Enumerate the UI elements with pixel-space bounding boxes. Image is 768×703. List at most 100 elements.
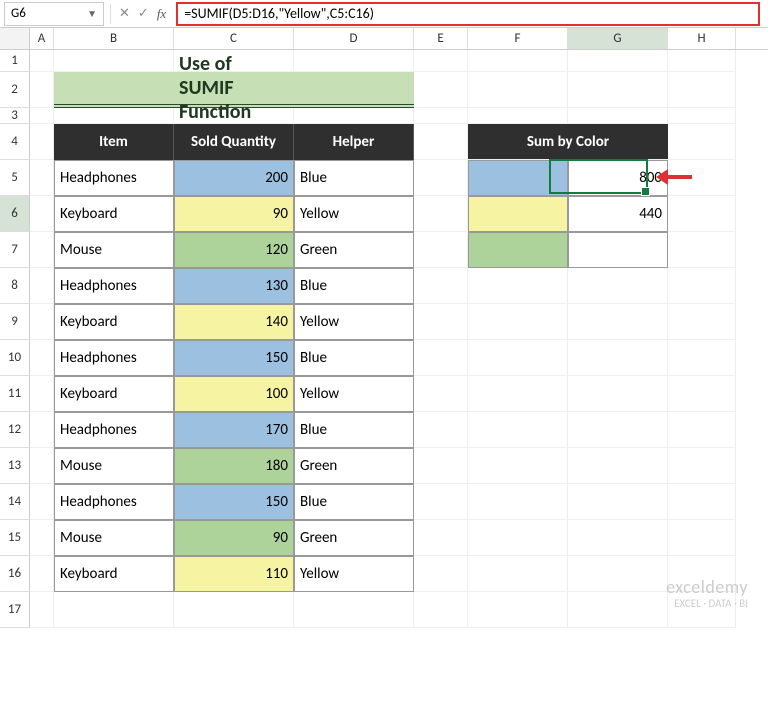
name-box[interactable]: G6 ▼ bbox=[4, 2, 104, 26]
cell-A3[interactable] bbox=[30, 108, 54, 124]
cell-B5[interactable]: Headphones bbox=[54, 160, 174, 196]
cell-C16[interactable]: 110 bbox=[174, 556, 294, 592]
col-header-g[interactable]: G bbox=[568, 28, 668, 49]
cell-F14[interactable] bbox=[468, 484, 568, 520]
cell-G3[interactable] bbox=[568, 108, 668, 124]
cell-E15[interactable] bbox=[414, 520, 468, 556]
cell-H6[interactable] bbox=[668, 196, 736, 232]
cell-B4[interactable]: Item bbox=[54, 124, 174, 160]
col-header-d[interactable]: D bbox=[294, 28, 414, 49]
row-header[interactable]: 9 bbox=[0, 304, 30, 340]
row-header[interactable]: 17 bbox=[0, 592, 30, 628]
cell-D6[interactable]: Yellow bbox=[294, 196, 414, 232]
cell-A4[interactable] bbox=[30, 124, 54, 160]
cell-D3[interactable] bbox=[294, 108, 414, 124]
cell-A9[interactable] bbox=[30, 304, 54, 340]
cell-H8[interactable] bbox=[668, 268, 736, 304]
cell-G11[interactable] bbox=[568, 376, 668, 412]
cell-D7[interactable]: Green bbox=[294, 232, 414, 268]
cell-G7[interactable] bbox=[568, 232, 668, 268]
cell-C6[interactable]: 90 bbox=[174, 196, 294, 232]
cell-H12[interactable] bbox=[668, 412, 736, 448]
row-header[interactable]: 5 bbox=[0, 160, 30, 196]
cell-B7[interactable]: Mouse bbox=[54, 232, 174, 268]
cell-G10[interactable] bbox=[568, 340, 668, 376]
cell-E7[interactable] bbox=[414, 232, 468, 268]
cell-D13[interactable]: Green bbox=[294, 448, 414, 484]
row-header[interactable]: 2 bbox=[0, 72, 30, 108]
cell-H13[interactable] bbox=[668, 448, 736, 484]
cell-A10[interactable] bbox=[30, 340, 54, 376]
cell-C9[interactable]: 140 bbox=[174, 304, 294, 340]
cell-D2[interactable] bbox=[294, 72, 414, 108]
cell-C12[interactable]: 170 bbox=[174, 412, 294, 448]
cell-A12[interactable] bbox=[30, 412, 54, 448]
cell-G16[interactable] bbox=[568, 556, 668, 592]
cell-A2[interactable] bbox=[30, 72, 54, 108]
col-header-b[interactable]: B bbox=[54, 28, 174, 49]
cell-G15[interactable] bbox=[568, 520, 668, 556]
cell-B16[interactable]: Keyboard bbox=[54, 556, 174, 592]
cell-A15[interactable] bbox=[30, 520, 54, 556]
cell-E8[interactable] bbox=[414, 268, 468, 304]
cell-F3[interactable] bbox=[468, 108, 568, 124]
cell-H3[interactable] bbox=[668, 108, 736, 124]
cell-A11[interactable] bbox=[30, 376, 54, 412]
cell-D12[interactable]: Blue bbox=[294, 412, 414, 448]
col-header-c[interactable]: C bbox=[174, 28, 294, 49]
cell-B6[interactable]: Keyboard bbox=[54, 196, 174, 232]
row-header[interactable]: 4 bbox=[0, 124, 30, 160]
accept-icon[interactable]: ✓ bbox=[138, 6, 149, 21]
cell-D14[interactable]: Blue bbox=[294, 484, 414, 520]
cell-D11[interactable]: Yellow bbox=[294, 376, 414, 412]
cell-E5[interactable] bbox=[414, 160, 468, 196]
cell-B15[interactable]: Mouse bbox=[54, 520, 174, 556]
row-header[interactable]: 1 bbox=[0, 50, 30, 72]
cell-F9[interactable] bbox=[468, 304, 568, 340]
cell-E2[interactable] bbox=[414, 72, 468, 108]
title-cell[interactable]: Use of SUMIF Function bbox=[174, 72, 294, 108]
row-header[interactable]: 10 bbox=[0, 340, 30, 376]
cell-H16[interactable] bbox=[668, 556, 736, 592]
cell-H1[interactable] bbox=[668, 50, 736, 72]
cell-C8[interactable]: 130 bbox=[174, 268, 294, 304]
cell-B3[interactable] bbox=[54, 108, 174, 124]
cell-D5[interactable]: Blue bbox=[294, 160, 414, 196]
cell-F2[interactable] bbox=[468, 72, 568, 108]
cell-A1[interactable] bbox=[30, 50, 54, 72]
cell-B9[interactable]: Keyboard bbox=[54, 304, 174, 340]
cell-C15[interactable]: 90 bbox=[174, 520, 294, 556]
cell-H10[interactable] bbox=[668, 340, 736, 376]
cancel-icon[interactable]: ✕ bbox=[119, 6, 130, 21]
cell-H17[interactable] bbox=[668, 592, 736, 628]
cell-E4[interactable] bbox=[414, 124, 468, 160]
row-header[interactable]: 11 bbox=[0, 376, 30, 412]
col-header-h[interactable]: H bbox=[668, 28, 736, 49]
cell-A16[interactable] bbox=[30, 556, 54, 592]
row-header[interactable]: 12 bbox=[0, 412, 30, 448]
cell-B10[interactable]: Headphones bbox=[54, 340, 174, 376]
cell-F4[interactable]: Sum by Color bbox=[468, 124, 668, 160]
cell-F15[interactable] bbox=[468, 520, 568, 556]
cell-E13[interactable] bbox=[414, 448, 468, 484]
cell-E9[interactable] bbox=[414, 304, 468, 340]
cell-G9[interactable] bbox=[568, 304, 668, 340]
cell-E6[interactable] bbox=[414, 196, 468, 232]
select-all-corner[interactable] bbox=[0, 28, 30, 49]
cell-F13[interactable] bbox=[468, 448, 568, 484]
cell-B2[interactable] bbox=[54, 72, 174, 108]
row-header[interactable]: 6 bbox=[0, 196, 30, 232]
cell-D17[interactable] bbox=[294, 592, 414, 628]
cell-C5[interactable]: 200 bbox=[174, 160, 294, 196]
cell-H14[interactable] bbox=[668, 484, 736, 520]
cell-H15[interactable] bbox=[668, 520, 736, 556]
cell-H9[interactable] bbox=[668, 304, 736, 340]
cell-G12[interactable] bbox=[568, 412, 668, 448]
cell-F17[interactable] bbox=[468, 592, 568, 628]
cell-B1[interactable] bbox=[54, 50, 174, 72]
cell-C13[interactable]: 180 bbox=[174, 448, 294, 484]
cell-B11[interactable]: Keyboard bbox=[54, 376, 174, 412]
cell-A7[interactable] bbox=[30, 232, 54, 268]
cell-F10[interactable] bbox=[468, 340, 568, 376]
cell-F12[interactable] bbox=[468, 412, 568, 448]
